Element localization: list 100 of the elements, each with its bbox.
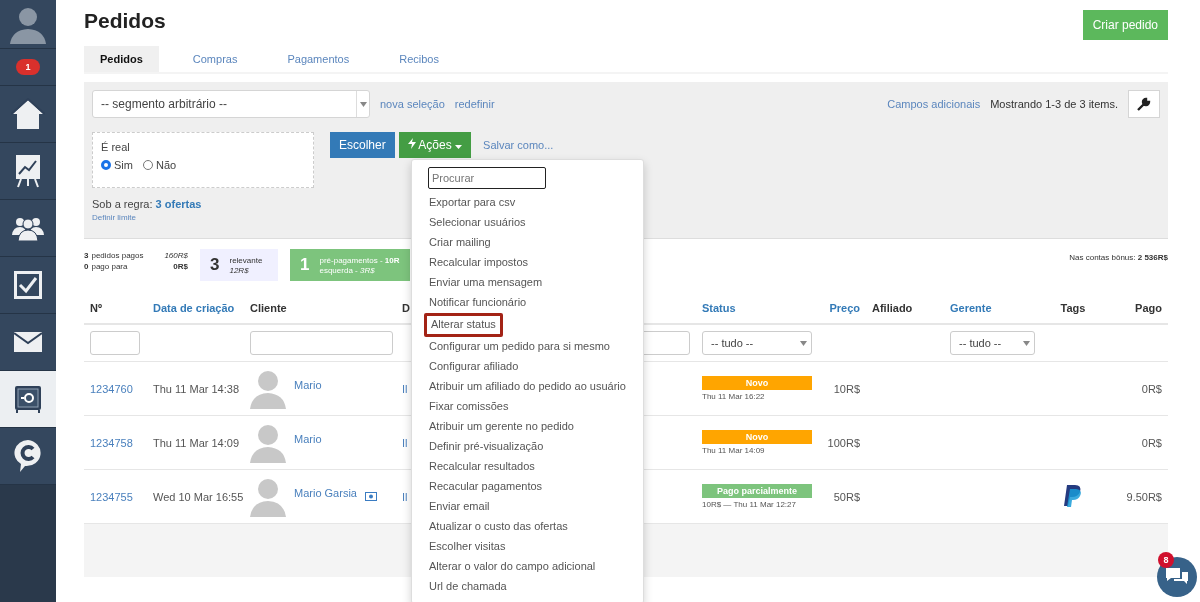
segment-select[interactable]: -- segmento arbitrário -- bbox=[92, 90, 370, 118]
caret-icon bbox=[359, 101, 367, 107]
column-header: Nº bbox=[89, 302, 103, 314]
mail-icon[interactable] bbox=[14, 332, 42, 352]
user-avatar-icon bbox=[250, 476, 286, 517]
chat-logo-icon[interactable] bbox=[13, 439, 43, 473]
menu-item[interactable]: Selecionar usuários bbox=[412, 213, 643, 233]
prepayment-text: pré-pagamentos - 10R bbox=[319, 255, 400, 265]
status-date: 10R$ — Thu 11 Mar 12:27 bbox=[702, 500, 796, 509]
price-cell: 100R$ bbox=[827, 436, 860, 449]
notification-badge[interactable]: 1 bbox=[16, 59, 40, 75]
column-header[interactable]: Status bbox=[696, 302, 820, 314]
relevant-amount: 12R$ bbox=[229, 265, 250, 275]
column-header[interactable]: Data de criação bbox=[147, 302, 244, 314]
chart-board-icon[interactable] bbox=[15, 154, 41, 188]
radio-option[interactable]: Sim bbox=[101, 159, 133, 171]
tab[interactable]: Recibos bbox=[383, 46, 455, 72]
chat-button[interactable] bbox=[1157, 557, 1197, 597]
menu-item[interactable]: Recalcular impostos bbox=[412, 253, 643, 273]
relevant-count: 3 bbox=[210, 255, 220, 275]
bonus-total: Nas contas bônus: 2 536R$ bbox=[1069, 253, 1168, 262]
checkbox-icon[interactable] bbox=[14, 271, 42, 299]
caret-icon bbox=[455, 145, 463, 149]
status-badge: Pago parcialmente bbox=[702, 484, 812, 498]
order-id-link[interactable]: 1234758 bbox=[90, 436, 133, 449]
menu-item[interactable]: Atualizar o custo das ofertas bbox=[412, 517, 643, 537]
lightning-icon bbox=[407, 138, 416, 149]
tab[interactable]: Compras bbox=[176, 46, 254, 72]
stat-amount: 160R$ bbox=[164, 251, 188, 260]
table-cell: Il bbox=[402, 436, 408, 449]
status-date: Thu 11 Mar 14:09 bbox=[702, 446, 765, 455]
menu-item[interactable]: Enviar uma mensagem bbox=[412, 273, 643, 293]
status-badge: Novo bbox=[702, 430, 812, 444]
id-filter-field[interactable] bbox=[90, 331, 140, 355]
menu-item[interactable]: Exportar para csv bbox=[412, 193, 643, 213]
menu-item[interactable]: Criar mailing bbox=[412, 233, 643, 253]
tab[interactable]: Pagamentos bbox=[271, 46, 366, 72]
menu-item[interactable]: Fixar comissões bbox=[412, 397, 643, 417]
items-count: Mostrando 1-3 de 3 items. bbox=[990, 98, 1118, 110]
condition-label: É real bbox=[101, 141, 131, 153]
menu-item[interactable]: Atribuir um afiliado do pedido ao usuário bbox=[412, 377, 643, 397]
user-avatar-icon bbox=[250, 368, 286, 409]
paid-cell: 0R$ bbox=[1141, 382, 1162, 395]
column-header[interactable]: Gerente bbox=[944, 302, 1040, 314]
status-filter-select[interactable]: -- tudo -- bbox=[702, 331, 812, 355]
order-id-link[interactable]: 1234760 bbox=[90, 382, 133, 395]
caret-icon bbox=[1023, 340, 1030, 346]
menu-item[interactable]: Notificar funcionário bbox=[412, 293, 643, 313]
client-link[interactable]: Mario Garsia bbox=[294, 486, 357, 499]
wrench-icon bbox=[1137, 97, 1151, 111]
menu-item[interactable]: Atribuir um gerente no pedido bbox=[412, 417, 643, 437]
column-header[interactable]: Preço bbox=[820, 302, 866, 314]
safe-icon[interactable] bbox=[14, 385, 42, 413]
rule-text: Sob a regra: 3 ofertas bbox=[92, 198, 202, 210]
column-header: Pago bbox=[1134, 302, 1163, 314]
order-id-link[interactable]: 1234755 bbox=[90, 490, 133, 503]
set-limit-link[interactable]: Definir limite bbox=[92, 213, 136, 222]
paid-cell: 9.50R$ bbox=[1126, 490, 1162, 503]
menu-item[interactable]: Recalcular resultados bbox=[412, 457, 643, 477]
prepayment-count: 1 bbox=[300, 255, 310, 275]
price-cell: 50R$ bbox=[833, 490, 860, 503]
radio-option[interactable]: Não bbox=[142, 159, 177, 171]
column-header: Tags bbox=[1059, 302, 1087, 314]
remaining-text: esquerda - 3R$ bbox=[319, 265, 376, 275]
chat-badge: 8 bbox=[1158, 552, 1174, 568]
stat-label: pago para bbox=[91, 262, 129, 271]
status-date: Thu 11 Mar 16:22 bbox=[702, 392, 765, 401]
table-cell: Il bbox=[402, 490, 408, 503]
search-field[interactable]: Procurar bbox=[428, 167, 546, 189]
user-avatar-icon bbox=[250, 422, 286, 463]
stat-amount: 0R$ bbox=[173, 262, 188, 271]
stat-count: 0 bbox=[84, 262, 89, 271]
client-link[interactable]: Mario bbox=[294, 378, 322, 391]
caret-icon bbox=[800, 340, 807, 346]
people-icon[interactable] bbox=[12, 215, 44, 241]
column-header: D bbox=[402, 302, 410, 314]
column-header: Afiliado bbox=[871, 302, 914, 314]
menu-item[interactable]: Configurar afiliado bbox=[412, 357, 643, 377]
client-filter-field[interactable] bbox=[250, 331, 393, 355]
menu-item[interactable]: Alterar o valor do campo adicional bbox=[412, 557, 643, 577]
price-cell: 10R$ bbox=[833, 382, 860, 395]
date-cell: Thu 11 Mar 14:09 bbox=[153, 436, 239, 449]
relevant-label: relevante bbox=[229, 255, 263, 265]
menu-item[interactable]: Recacular pagamentos bbox=[412, 477, 643, 497]
menu-item[interactable]: Definir pré-visualização bbox=[412, 437, 643, 457]
date-cell: Wed 10 Mar 16:55 bbox=[153, 490, 244, 503]
menu-item[interactable]: Alterar status bbox=[424, 313, 503, 337]
menu-item[interactable]: Enviar email bbox=[412, 497, 643, 517]
menu-item[interactable]: Url de chamada bbox=[412, 577, 643, 597]
stat-count: 3 bbox=[84, 251, 89, 260]
menu-item[interactable]: Configurar um pedido para si mesmo bbox=[412, 337, 643, 357]
menu-item[interactable]: Escolher visitas bbox=[412, 537, 643, 557]
manager-filter-select[interactable]: -- tudo -- bbox=[950, 331, 1035, 355]
tab[interactable]: Pedidos bbox=[84, 46, 159, 72]
table-cell: Il bbox=[402, 382, 408, 395]
client-link[interactable]: Mario bbox=[294, 432, 322, 445]
home-icon[interactable] bbox=[11, 98, 45, 130]
settings-button[interactable] bbox=[1128, 90, 1160, 118]
stat-label: pedidos pagos bbox=[91, 251, 145, 260]
choose-button[interactable]: Escolher bbox=[330, 132, 395, 158]
